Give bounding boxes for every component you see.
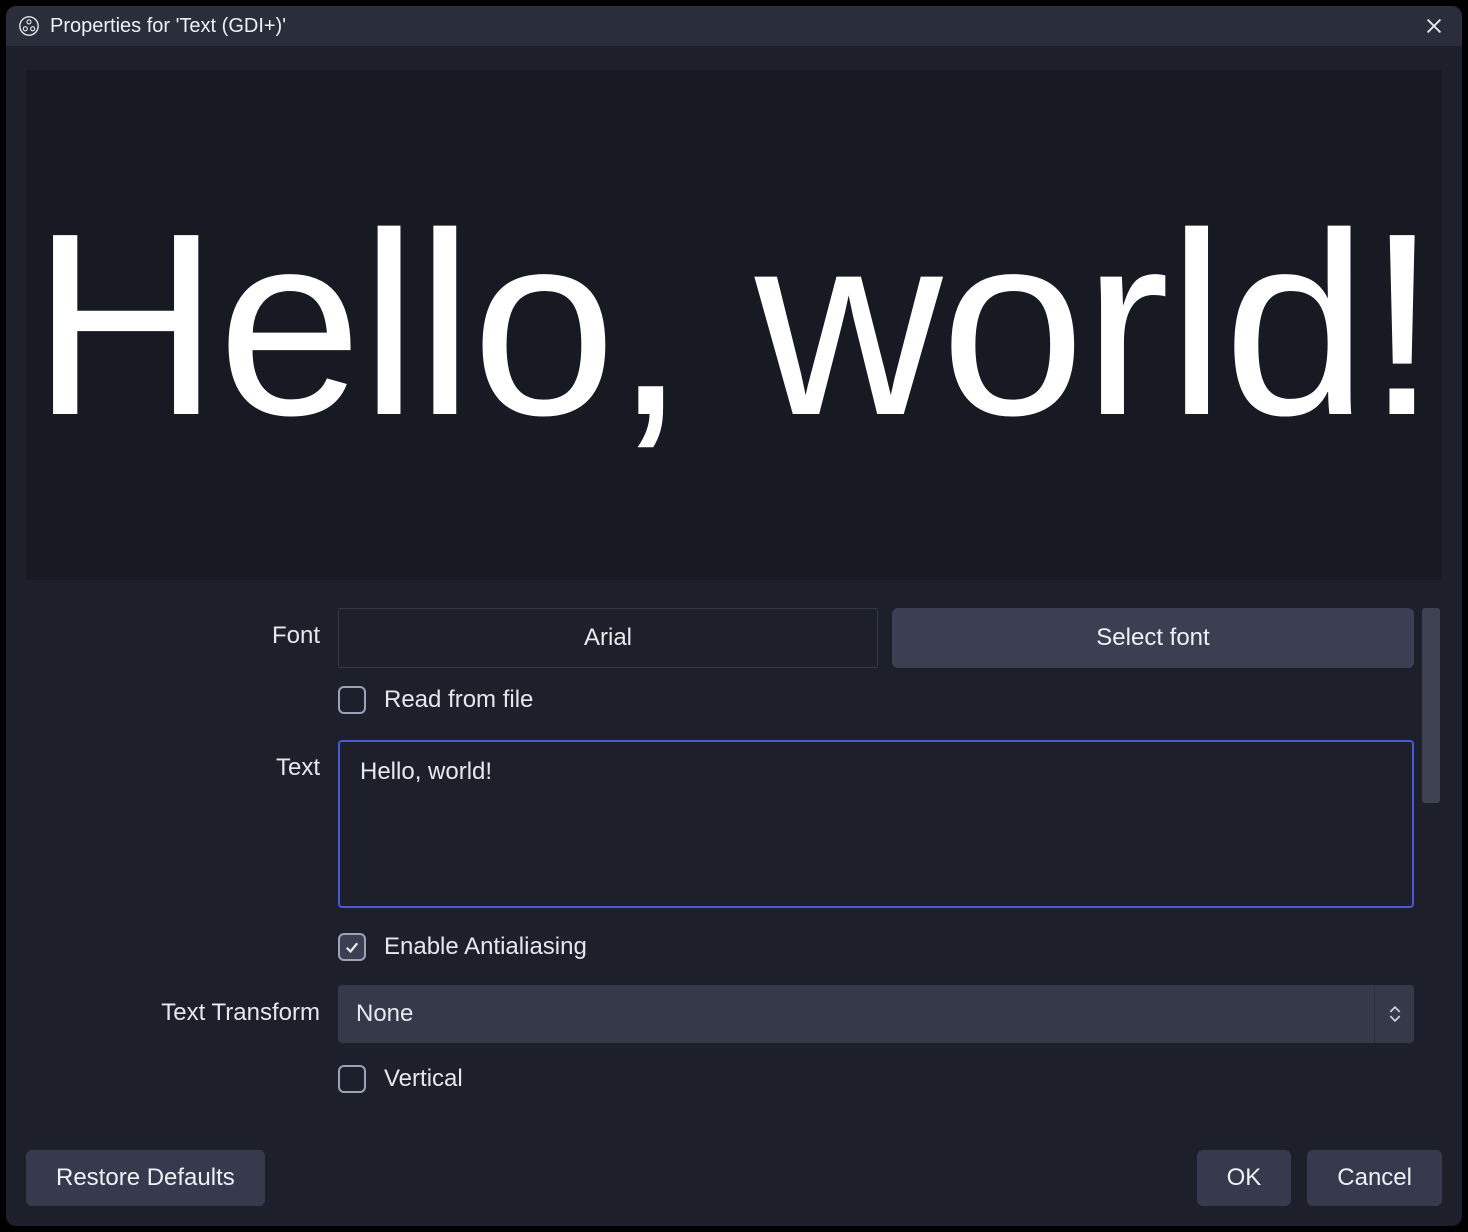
- antialias-row: Enable Antialiasing: [26, 933, 1414, 961]
- text-transform-label: Text Transform: [26, 985, 338, 1027]
- vertical-label: Vertical: [384, 1065, 463, 1093]
- font-label: Font: [26, 608, 338, 650]
- checkbox-icon: [338, 1065, 366, 1093]
- read-from-file-row: Read from file: [26, 686, 1414, 714]
- scrollbar[interactable]: [1422, 608, 1440, 1126]
- select-font-button[interactable]: Select font: [892, 608, 1414, 668]
- text-row: Text: [26, 740, 1414, 913]
- vertical-checkbox[interactable]: Vertical: [338, 1065, 463, 1093]
- font-display: Arial: [338, 608, 878, 668]
- preview-area: Hello, world!: [26, 70, 1442, 580]
- cancel-button[interactable]: Cancel: [1307, 1150, 1442, 1206]
- read-from-file-label: Read from file: [384, 686, 533, 714]
- vertical-row: Vertical: [26, 1065, 1414, 1093]
- dialog-footer: Restore Defaults OK Cancel: [6, 1146, 1462, 1226]
- text-transform-select[interactable]: None: [338, 985, 1414, 1043]
- text-input[interactable]: [338, 740, 1414, 908]
- dialog-content: Hello, world! Font Arial Select font: [6, 46, 1462, 1146]
- text-transform-value: None: [356, 1000, 413, 1028]
- preview-text: Hello, world!: [32, 195, 1437, 455]
- restore-defaults-button[interactable]: Restore Defaults: [26, 1150, 265, 1206]
- antialias-label: Enable Antialiasing: [384, 933, 587, 961]
- select-spinner-icon: [1374, 985, 1414, 1043]
- obs-icon: [18, 15, 40, 37]
- close-icon[interactable]: [1418, 10, 1450, 42]
- text-transform-row: Text Transform None: [26, 985, 1414, 1043]
- read-from-file-checkbox[interactable]: Read from file: [338, 686, 533, 714]
- window-title: Properties for 'Text (GDI+)': [50, 15, 286, 38]
- properties-dialog: Properties for 'Text (GDI+)' Hello, worl…: [6, 6, 1462, 1226]
- ok-button[interactable]: OK: [1197, 1150, 1292, 1206]
- checkbox-icon: [338, 686, 366, 714]
- checkbox-checked-icon: [338, 933, 366, 961]
- titlebar: Properties for 'Text (GDI+)': [6, 6, 1462, 46]
- form-area: Font Arial Select font Read from file: [26, 608, 1442, 1126]
- antialias-checkbox[interactable]: Enable Antialiasing: [338, 933, 587, 961]
- font-row: Font Arial Select font: [26, 608, 1414, 668]
- scrollbar-thumb[interactable]: [1422, 608, 1440, 803]
- text-label: Text: [26, 740, 338, 782]
